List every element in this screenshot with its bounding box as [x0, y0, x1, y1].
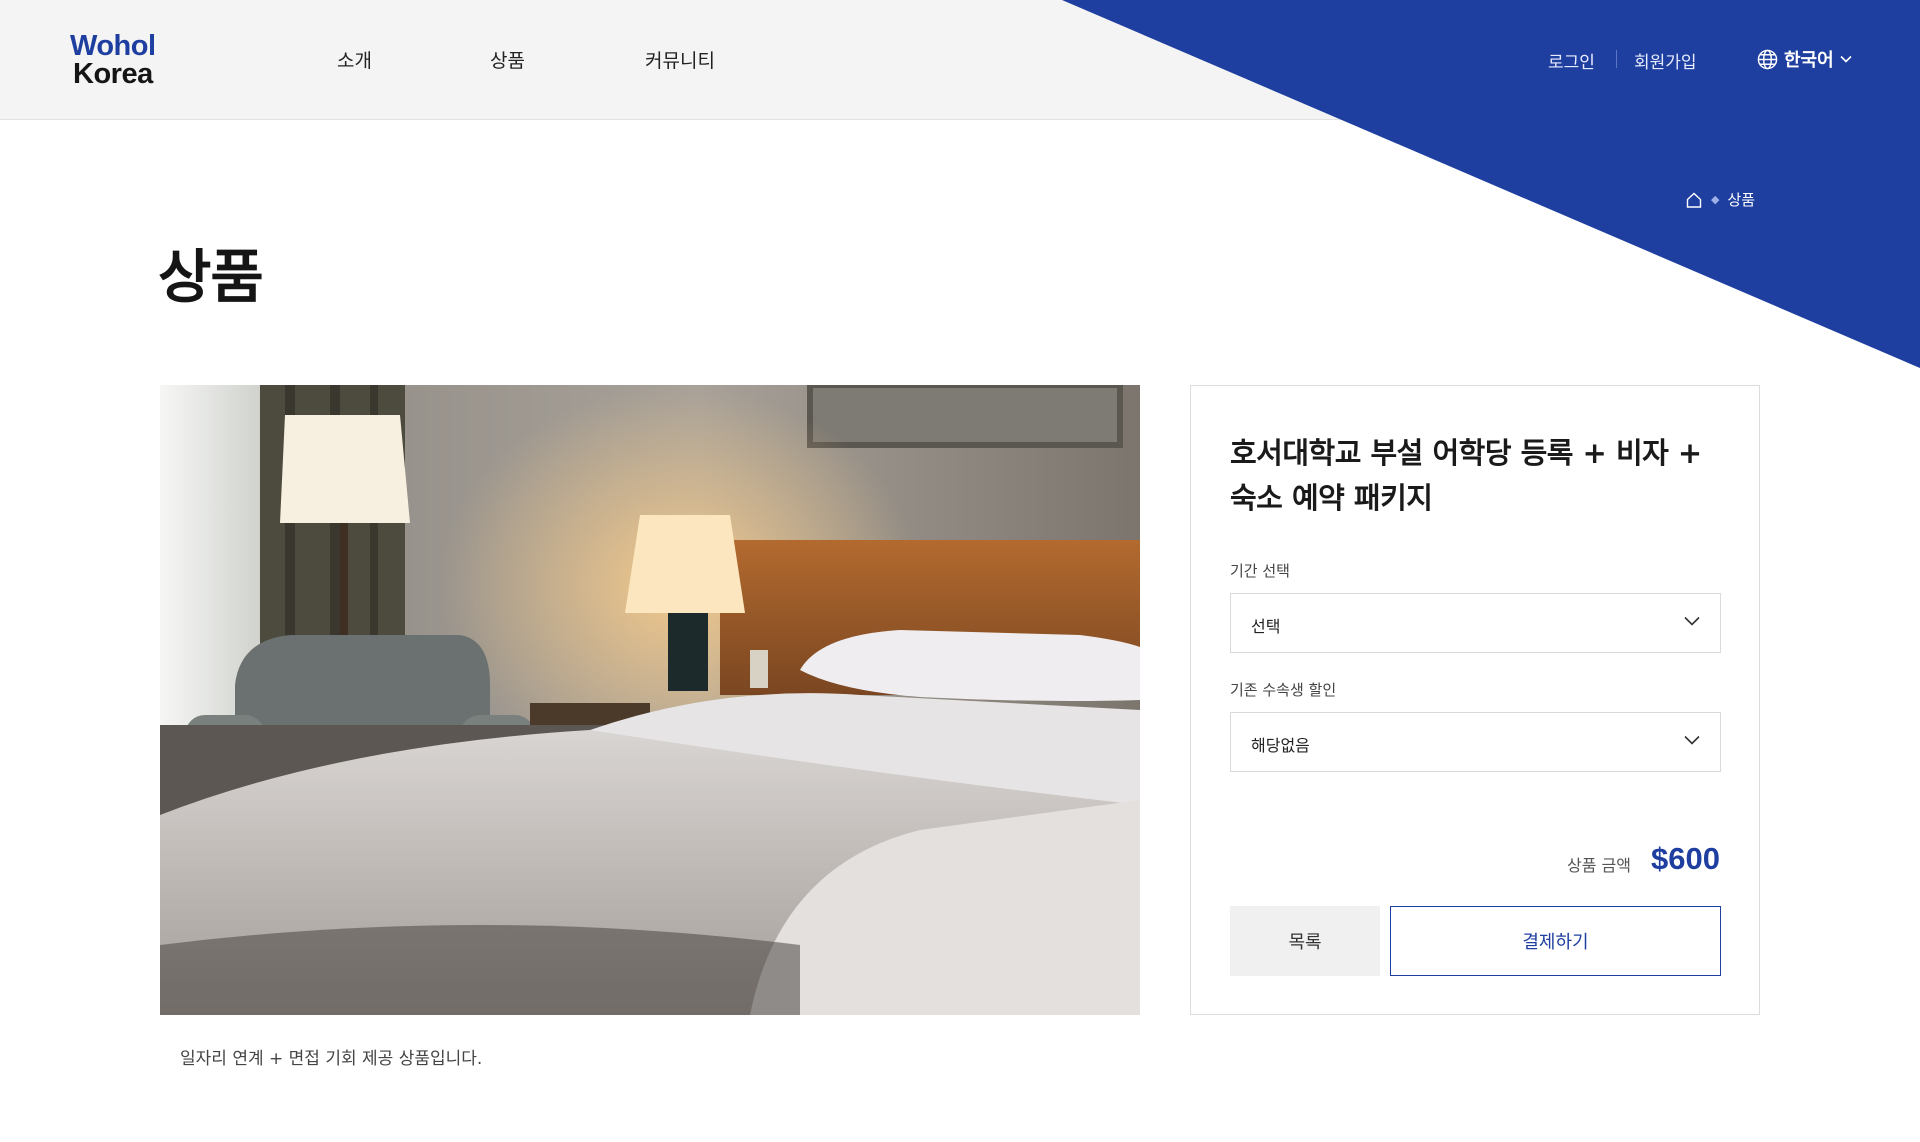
chevron-down-icon [1684, 735, 1700, 745]
period-select[interactable]: 선택 [1230, 593, 1721, 653]
globe-icon [1757, 49, 1778, 69]
auth-divider [1616, 50, 1617, 68]
pay-button[interactable]: 결제하기 [1390, 906, 1721, 976]
chevron-down-icon [1840, 55, 1852, 63]
breadcrumb-current: 상품 [1727, 191, 1756, 209]
product-title-line2: 숙소 예약 패키지 [1230, 481, 1433, 515]
product-title-line1: 호서대학교 부설 어학당 등록 + 비자 + [1230, 436, 1702, 470]
brand-logo[interactable]: Wohol Korea [70, 30, 156, 90]
discount-label: 기존 수속생 할인 [1230, 681, 1337, 699]
breadcrumb: ◆ 상품 [1685, 189, 1755, 210]
header-diagonal-accent [1062, 0, 1920, 368]
home-icon[interactable] [1685, 191, 1703, 209]
purchase-panel: 호서대학교 부설 어학당 등록 + 비자 + 숙소 예약 패키지 기간 선택 선… [1190, 385, 1760, 1015]
login-link[interactable]: 로그인 [1548, 48, 1595, 73]
price-value: $600 [1651, 841, 1720, 876]
price-label: 상품 금액 [1567, 856, 1631, 875]
product-image [160, 385, 1140, 1015]
brand-logo-line1: Wohol [70, 30, 156, 62]
language-label: 한국어 [1784, 50, 1834, 71]
period-label: 기간 선택 [1230, 562, 1290, 580]
chevron-down-icon [1684, 616, 1700, 626]
discount-select-value: 해당없음 [1251, 736, 1310, 755]
nav-item-about[interactable]: 소개 [337, 46, 372, 73]
brand-logo-line2: Korea [73, 58, 153, 90]
page-title: 상품 [158, 243, 264, 311]
period-select-value: 선택 [1251, 617, 1281, 636]
language-selector[interactable]: 한국어 [1757, 46, 1852, 72]
signup-link[interactable]: 회원가입 [1634, 48, 1697, 73]
nav-item-products[interactable]: 상품 [490, 46, 525, 73]
product-description: 일자리 연계 + 면접 기회 제공 상품입니다. [180, 1049, 483, 1069]
list-button[interactable]: 목록 [1230, 906, 1380, 976]
nav-item-community[interactable]: 커뮤니티 [645, 46, 715, 73]
page: Wohol Korea 소개 상품 커뮤니티 로그인 회원가입 한국어 ◆ 상품… [0, 0, 1920, 1142]
discount-select[interactable]: 해당없음 [1230, 712, 1721, 772]
breadcrumb-separator: ◆ [1711, 193, 1720, 206]
product-title: 호서대학교 부설 어학당 등록 + 비자 + 숙소 예약 패키지 [1230, 431, 1730, 521]
